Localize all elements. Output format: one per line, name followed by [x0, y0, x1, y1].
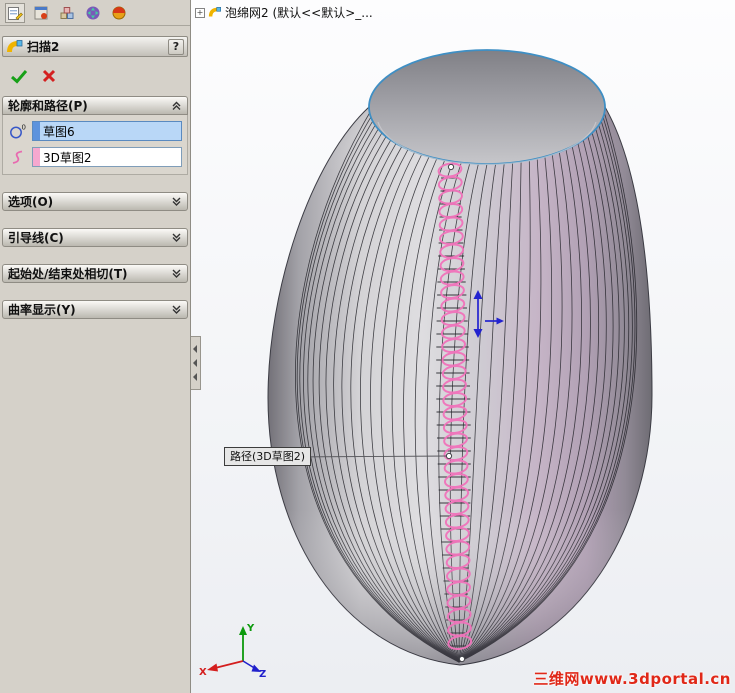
group-header-curvature-display[interactable]: 曲率显示(Y) [2, 300, 188, 319]
confirm-bar [0, 57, 190, 89]
path-selection-value: 3D草图2 [43, 150, 92, 165]
property-manager-tab-icon [8, 6, 23, 20]
group-guide-curves: 引导线(C) [2, 228, 188, 247]
svg-text:0: 0 [22, 124, 26, 132]
group-label: 选项(O) [8, 195, 54, 209]
configuration-tab-icon [60, 6, 74, 19]
check-icon [10, 69, 28, 84]
chevron-down-icon [172, 233, 181, 242]
group-header-guide-curves[interactable]: 引导线(C) [2, 228, 188, 247]
sweep-icon [7, 39, 23, 52]
help-button[interactable]: ? [168, 38, 184, 55]
group-label: 轮廓和路径(P) [8, 99, 88, 113]
group-header-profile-path[interactable]: 轮廓和路径(P) [2, 96, 188, 115]
profile-selection-value: 草图6 [43, 124, 75, 139]
panel-tab-bar [0, 0, 190, 26]
profile-selection-field[interactable]: 草图6 [32, 121, 182, 141]
group-options: 选项(O) [2, 192, 188, 211]
chevron-up-icon [172, 101, 181, 110]
path-selection-row: 3D草图2 [8, 147, 182, 167]
dimxpert-tab[interactable] [83, 3, 103, 23]
panel-title-bar: 扫描2 ? [2, 36, 188, 57]
group-start-end-tangency: 起始处/结束处相切(T) [2, 264, 188, 283]
profile-selection-row: 0 草图6 [8, 121, 182, 141]
dimxpert-tab-icon [86, 6, 100, 19]
panel-splitter[interactable] [191, 336, 201, 390]
document-tab[interactable] [31, 3, 51, 23]
group-header-options[interactable]: 选项(O) [2, 192, 188, 211]
property-manager-tab[interactable] [5, 2, 25, 23]
group-header-start-end-tangency[interactable]: 起始处/结束处相切(T) [2, 264, 188, 283]
profile-selection-color-bar [33, 122, 40, 140]
cross-icon [42, 69, 56, 82]
chevron-down-icon [172, 269, 181, 278]
document-tab-icon [34, 6, 48, 19]
group-profile-path: 轮廓和路径(P) 0 草图6 3D草图2 [2, 96, 188, 175]
group-label: 引导线(C) [8, 231, 64, 245]
chevron-down-icon [172, 305, 181, 314]
group-label: 起始处/结束处相切(T) [8, 267, 128, 281]
display-manager-tab-icon [112, 6, 126, 19]
panel-title: 扫描2 [27, 40, 60, 54]
collapse-arrows-icon [193, 345, 197, 381]
group-curvature-display: 曲率显示(Y) [2, 300, 188, 319]
display-manager-tab[interactable] [109, 3, 129, 23]
ok-button[interactable] [10, 68, 28, 84]
property-manager-panel: 扫描2 ? 轮廓和路径(P) 0 草图6 3D草图2 选项(O) 引导线(C) … [0, 0, 191, 693]
path-selection-color-bar [33, 148, 40, 166]
path-3dsketch-icon [12, 150, 23, 164]
chevron-down-icon [172, 197, 181, 206]
cancel-button[interactable] [42, 69, 56, 83]
path-selection-field[interactable]: 3D草图2 [32, 147, 182, 167]
profile-sketch-icon: 0 [10, 124, 26, 139]
configuration-tab[interactable] [57, 3, 77, 23]
group-label: 曲率显示(Y) [8, 303, 76, 317]
group-body-profile-path: 0 草图6 3D草图2 [2, 115, 188, 175]
